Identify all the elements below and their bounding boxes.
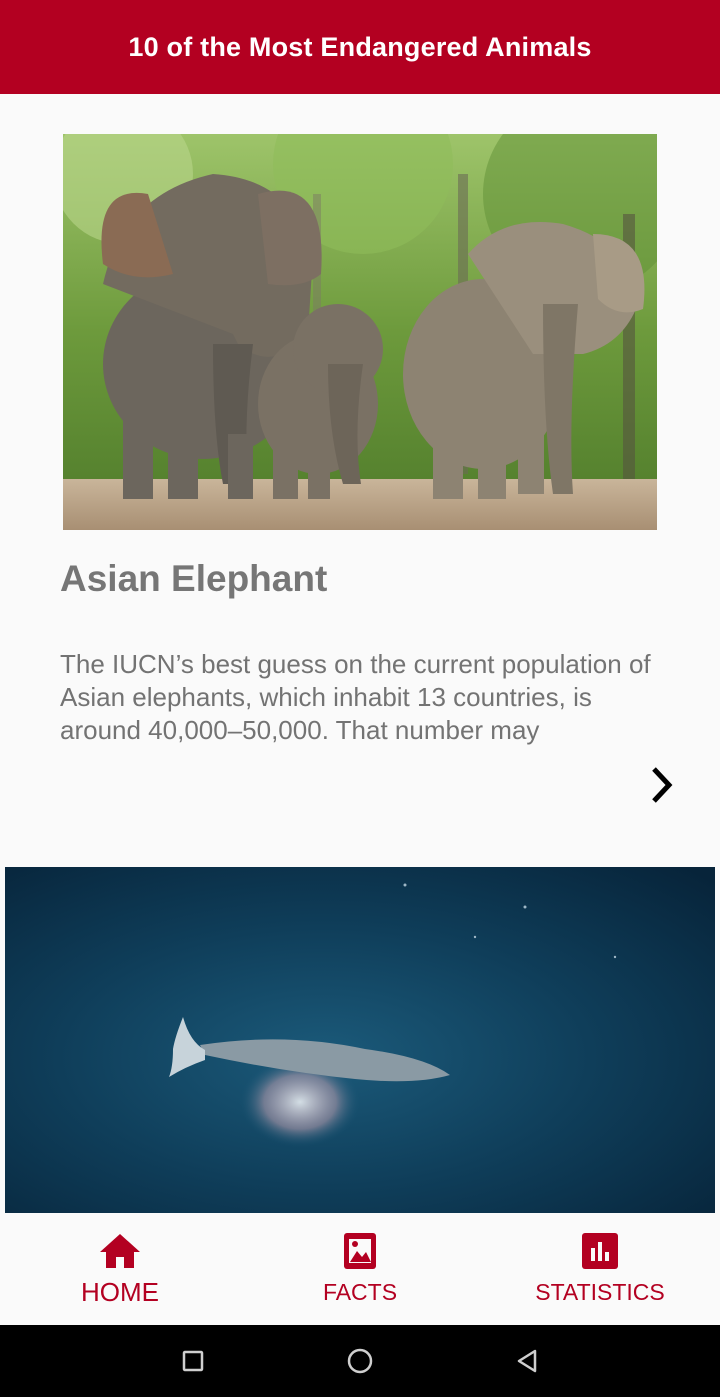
animal-list[interactable]: Asian Elephant The IUCN’s best guess on … xyxy=(0,94,720,1213)
nav-statistics[interactable]: STATISTICS xyxy=(480,1213,720,1325)
nav-home-label: HOME xyxy=(81,1277,159,1307)
home-system-button[interactable] xyxy=(338,1339,382,1383)
next-button[interactable] xyxy=(640,760,684,810)
recents-button[interactable] xyxy=(171,1339,215,1383)
bar-chart-icon xyxy=(582,1233,618,1269)
bottom-nav: HOME FACTS STATISTICS xyxy=(0,1213,720,1325)
app-bar: 10 of the Most Endangered Animals xyxy=(0,0,720,94)
asian-elephant-image[interactable] xyxy=(63,134,657,530)
back-button[interactable] xyxy=(505,1339,549,1383)
home-icon xyxy=(100,1234,140,1268)
nav-facts[interactable]: FACTS xyxy=(240,1213,480,1325)
nav-statistics-label: STATISTICS xyxy=(535,1279,665,1305)
image-icon xyxy=(344,1233,376,1269)
animal-title: Asian Elephant xyxy=(60,558,328,599)
whale-image[interactable] xyxy=(5,867,715,1213)
back-triangle-icon xyxy=(517,1349,536,1373)
chevron-right-icon xyxy=(652,767,673,803)
recents-square-icon xyxy=(183,1350,204,1372)
home-circle-icon xyxy=(347,1348,373,1374)
animal-description: The IUCN’s best guess on the current pop… xyxy=(60,649,651,745)
nav-home[interactable]: HOME xyxy=(0,1213,240,1325)
nav-facts-label: FACTS xyxy=(322,1279,398,1305)
system-nav-bar xyxy=(0,1325,720,1397)
page-title: 10 of the Most Endangered Animals xyxy=(128,31,592,62)
